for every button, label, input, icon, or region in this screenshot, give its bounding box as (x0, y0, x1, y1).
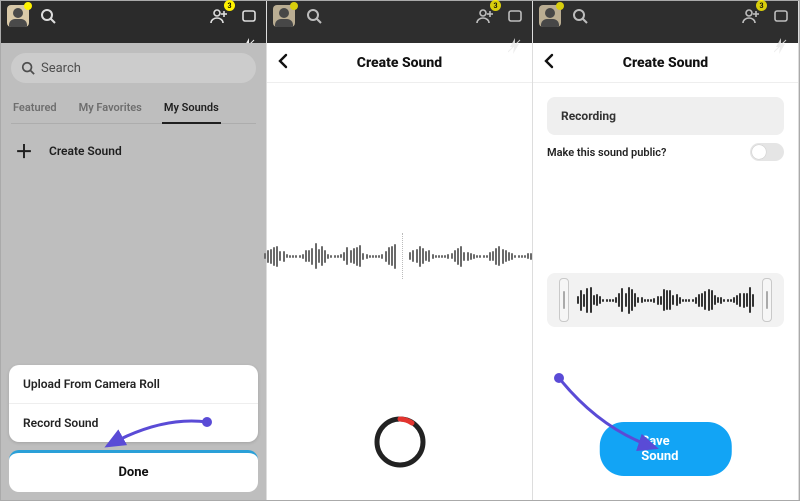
app-topbar: 3 (267, 1, 532, 43)
sub-header: Create Sound (267, 43, 532, 83)
search-icon[interactable] (37, 5, 59, 27)
notification-dot-icon (290, 2, 298, 10)
tab-featured[interactable]: Featured (11, 95, 59, 123)
waveform-display (267, 233, 532, 279)
search-icon[interactable] (569, 5, 591, 27)
sounds-tabs: Featured My Favorites My Sounds (11, 95, 256, 124)
create-sound-label: Create Sound (49, 144, 122, 158)
page-title: Create Sound (357, 55, 442, 71)
panel-create-sound-save: 3 Create Sound Recording Make this sound… (533, 1, 799, 500)
avatar[interactable] (539, 5, 561, 27)
rotate-camera-icon[interactable] (770, 5, 792, 27)
badge: 3 (756, 0, 767, 11)
avatar[interactable] (7, 5, 29, 27)
badge: 3 (224, 0, 235, 11)
tab-favorites[interactable]: My Favorites (77, 95, 144, 123)
search-placeholder: Search (41, 61, 81, 76)
back-button[interactable] (277, 53, 289, 73)
done-button[interactable]: Done (9, 450, 258, 492)
plus-icon: ＋ (13, 140, 35, 162)
badge: 3 (490, 0, 501, 11)
page-title: Create Sound (623, 55, 708, 71)
upload-from-camera-roll-button[interactable]: Upload From Camera Roll (9, 365, 258, 404)
panel-sounds-list: 3 Search Featured My Favorites My Sounds… (1, 1, 267, 500)
add-friend-icon[interactable]: 3 (208, 5, 230, 27)
save-sound-button[interactable]: Save Sound (599, 422, 732, 476)
rotate-camera-icon[interactable] (504, 5, 526, 27)
recording-name-field[interactable]: Recording (547, 97, 784, 135)
notification-dot-icon (24, 2, 32, 10)
app-topbar: 3 (533, 1, 798, 43)
panel-create-sound-record: 3 Create Sound (267, 1, 533, 500)
create-sound-button[interactable]: ＋ Create Sound (13, 140, 254, 162)
trim-handle-left[interactable] (559, 278, 569, 322)
action-sheet: Upload From Camera Roll Record Sound Don… (9, 365, 258, 492)
playhead-icon (402, 233, 403, 279)
search-icon[interactable] (303, 5, 325, 27)
sub-header: Create Sound (533, 43, 798, 83)
add-friend-icon[interactable]: 3 (740, 5, 762, 27)
back-button[interactable] (543, 53, 555, 73)
rotate-camera-icon[interactable] (238, 5, 260, 27)
record-button[interactable] (372, 414, 428, 470)
tab-my-sounds[interactable]: My Sounds (162, 95, 221, 124)
app-topbar: 3 (1, 1, 266, 43)
make-public-label: Make this sound public? (547, 146, 666, 159)
make-public-toggle[interactable] (750, 143, 784, 161)
add-friend-icon[interactable]: 3 (474, 5, 496, 27)
trim-handle-right[interactable] (762, 278, 772, 322)
record-sound-button[interactable]: Record Sound (9, 404, 258, 442)
search-input[interactable]: Search (11, 53, 256, 83)
make-public-row: Make this sound public? (547, 143, 784, 161)
notification-dot-icon (556, 2, 564, 10)
audio-trim-control[interactable] (547, 273, 784, 327)
avatar[interactable] (273, 5, 295, 27)
